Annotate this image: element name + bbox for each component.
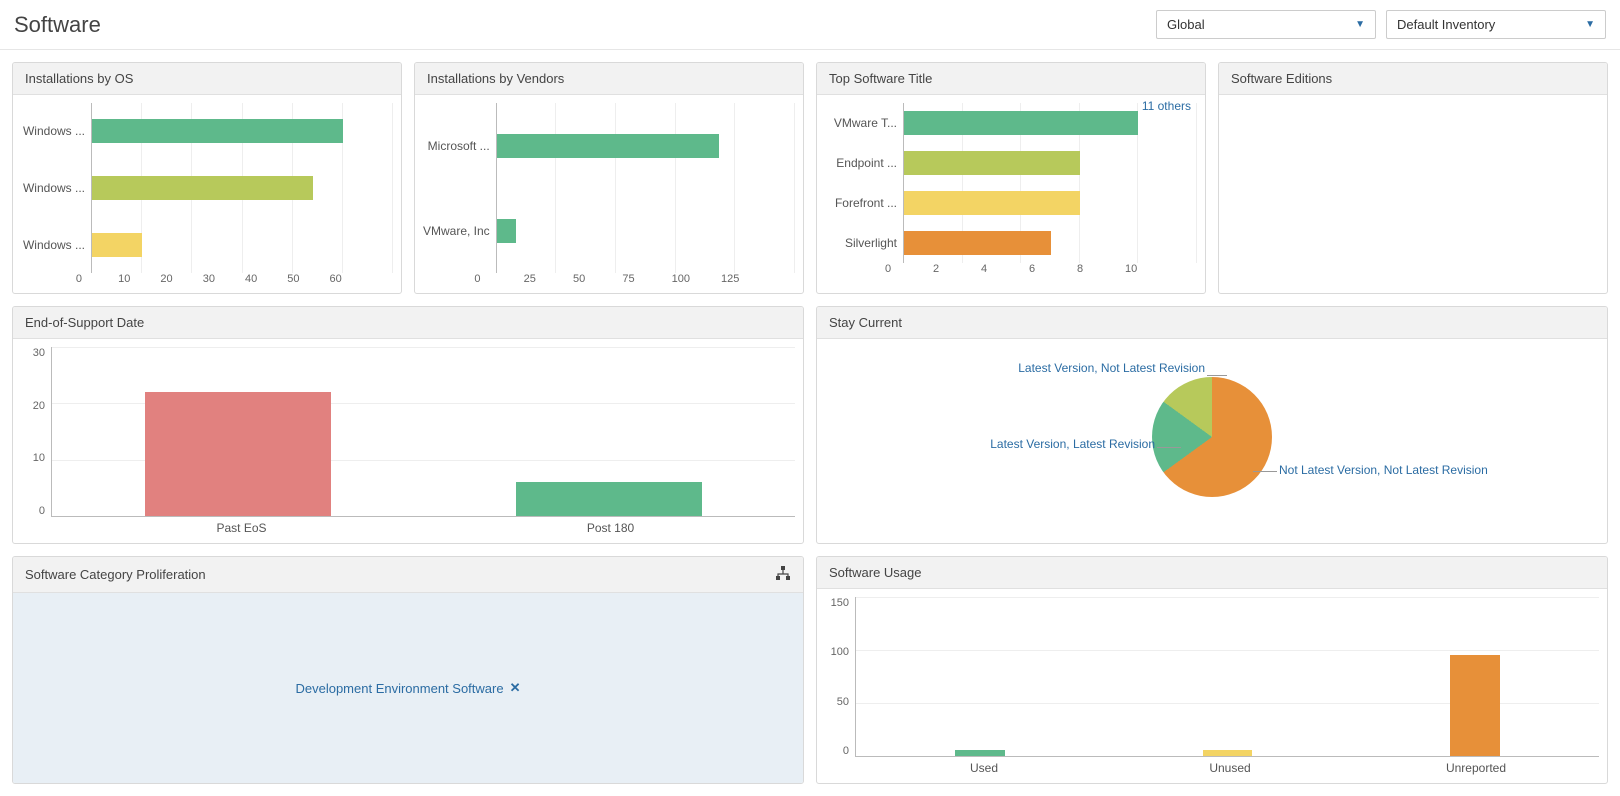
inventory-dropdown[interactable]: Default Inventory ▼ — [1386, 10, 1606, 39]
chart-installations-by-os[interactable]: Windows ... Windows ... Windows ... — [21, 103, 393, 273]
bar[interactable] — [92, 119, 343, 143]
chart-eos[interactable]: 30 20 10 0 — [21, 347, 795, 517]
axis-tick: 0 — [885, 263, 933, 275]
bar[interactable] — [145, 392, 331, 516]
bar[interactable] — [904, 231, 1051, 255]
bar[interactable] — [904, 151, 1080, 175]
axis-label: Windows ... — [21, 124, 85, 138]
axis-label: Windows ... — [21, 238, 85, 252]
bar[interactable] — [1450, 655, 1500, 756]
card-eos: End-of-Support Date 30 20 10 0 Past EoSPost… — [12, 306, 804, 544]
card-title: Top Software Title — [817, 63, 1205, 95]
axis-label: Unreported — [1353, 757, 1599, 775]
axis-tick: 30 — [203, 273, 245, 285]
axis-tick: 125 — [721, 273, 770, 285]
axis-tick: 60 — [330, 273, 372, 285]
axis-tick: 20 — [160, 273, 202, 285]
pie-label-left[interactable]: Latest Version, Latest Revision — [935, 437, 1155, 451]
scope-dropdown[interactable]: Global ▼ — [1156, 10, 1376, 39]
bar[interactable] — [955, 750, 1005, 756]
axis-label: VMware, Inc — [423, 224, 490, 238]
scope-dropdown-value: Global — [1167, 17, 1205, 32]
axis-tick: 0 — [825, 745, 849, 757]
card-installations-by-os: Installations by OS Windows ...Windows .… — [12, 62, 402, 294]
axis-tick: 50 — [825, 696, 849, 708]
axis-label: Microsoft ... — [423, 139, 490, 153]
bar[interactable] — [497, 134, 719, 158]
axis-label: Windows ... — [21, 181, 85, 195]
axis-label: Silverlight — [825, 236, 897, 250]
card-stay-current: Stay Current Latest Version, Not Latest … — [816, 306, 1608, 544]
card-installations-by-vendors: Installations by Vendors Microsoft ... VM… — [414, 62, 804, 294]
axis-label: Post 180 — [426, 517, 795, 535]
axis-tick: 25 — [524, 273, 573, 285]
chart-usage[interactable]: 150 100 50 0 — [825, 597, 1599, 757]
card-usage: Software Usage 150 100 50 0 UsedUnusedUnrep… — [816, 556, 1608, 784]
axis-label: Used — [861, 757, 1107, 775]
bar[interactable] — [516, 482, 702, 516]
card-software-editions: Software Editions — [1218, 62, 1608, 294]
chart-top-software[interactable]: VMware T... Endpoint ... Forefront ... Silv… — [825, 103, 1197, 263]
card-title: End-of-Support Date — [13, 307, 803, 339]
proliferation-tag[interactable]: Development Environment Software — [295, 681, 503, 696]
axis-tick: 0 — [76, 273, 118, 285]
axis-tick: 6 — [1029, 263, 1077, 275]
axis-tick: 10 — [21, 452, 45, 464]
axis-tick: 30 — [21, 347, 45, 359]
axis-label: VMware T... — [825, 116, 897, 130]
bar[interactable] — [92, 233, 142, 257]
axis-tick: 50 — [573, 273, 622, 285]
axis-label: Forefront ... — [825, 196, 897, 210]
bar[interactable] — [1203, 750, 1253, 756]
chart-stay-current[interactable]: Latest Version, Not Latest Revision Late… — [825, 347, 1599, 527]
axis-tick: 2 — [933, 263, 981, 275]
axis-tick: 150 — [825, 597, 849, 609]
proliferation-body[interactable]: Development Environment Software ✕ — [13, 593, 803, 783]
bar[interactable] — [497, 219, 516, 243]
axis-label: Past EoS — [57, 517, 426, 535]
axis-tick: 4 — [981, 263, 1029, 275]
card-title: Installations by Vendors — [415, 63, 803, 95]
bar[interactable] — [92, 176, 313, 200]
card-proliferation: Software Category Proliferation Developm… — [12, 556, 804, 784]
page-title: Software — [14, 12, 1146, 38]
axis-tick: 0 — [474, 273, 523, 285]
axis-tick: 10 — [118, 273, 160, 285]
axis-tick: 8 — [1077, 263, 1125, 275]
bar[interactable] — [904, 111, 1138, 135]
axis-label: Endpoint ... — [825, 156, 897, 170]
close-icon[interactable]: ✕ — [510, 680, 521, 696]
caret-down-icon: ▼ — [1355, 19, 1365, 30]
hierarchy-icon[interactable] — [775, 565, 791, 584]
bar[interactable] — [904, 191, 1080, 215]
card-title: Stay Current — [817, 307, 1607, 339]
card-title: Software Category Proliferation — [25, 567, 206, 582]
pie-label-right[interactable]: Not Latest Version, Not Latest Revision — [1279, 463, 1539, 477]
axis-tick: 40 — [245, 273, 287, 285]
axis-tick: 50 — [287, 273, 329, 285]
axis-tick: 10 — [1125, 263, 1173, 275]
pie-label-top[interactable]: Latest Version, Not Latest Revision — [985, 361, 1205, 375]
caret-down-icon: ▼ — [1585, 19, 1595, 30]
axis-tick: 100 — [825, 646, 849, 658]
axis-tick: 100 — [672, 273, 721, 285]
card-top-software: Top Software Title 11 others VMware T...… — [816, 62, 1206, 294]
axis-label: Unused — [1107, 757, 1353, 775]
empty-chart — [1219, 95, 1607, 293]
card-title: Software Usage — [817, 557, 1607, 589]
card-title: Software Editions — [1219, 63, 1607, 95]
axis-tick: 0 — [21, 505, 45, 517]
axis-tick: 75 — [622, 273, 671, 285]
chart-installations-by-vendors[interactable]: Microsoft ... VMware, Inc — [423, 103, 795, 273]
axis-tick: 20 — [21, 400, 45, 412]
inventory-dropdown-value: Default Inventory — [1397, 17, 1495, 32]
card-title: Installations by OS — [13, 63, 401, 95]
